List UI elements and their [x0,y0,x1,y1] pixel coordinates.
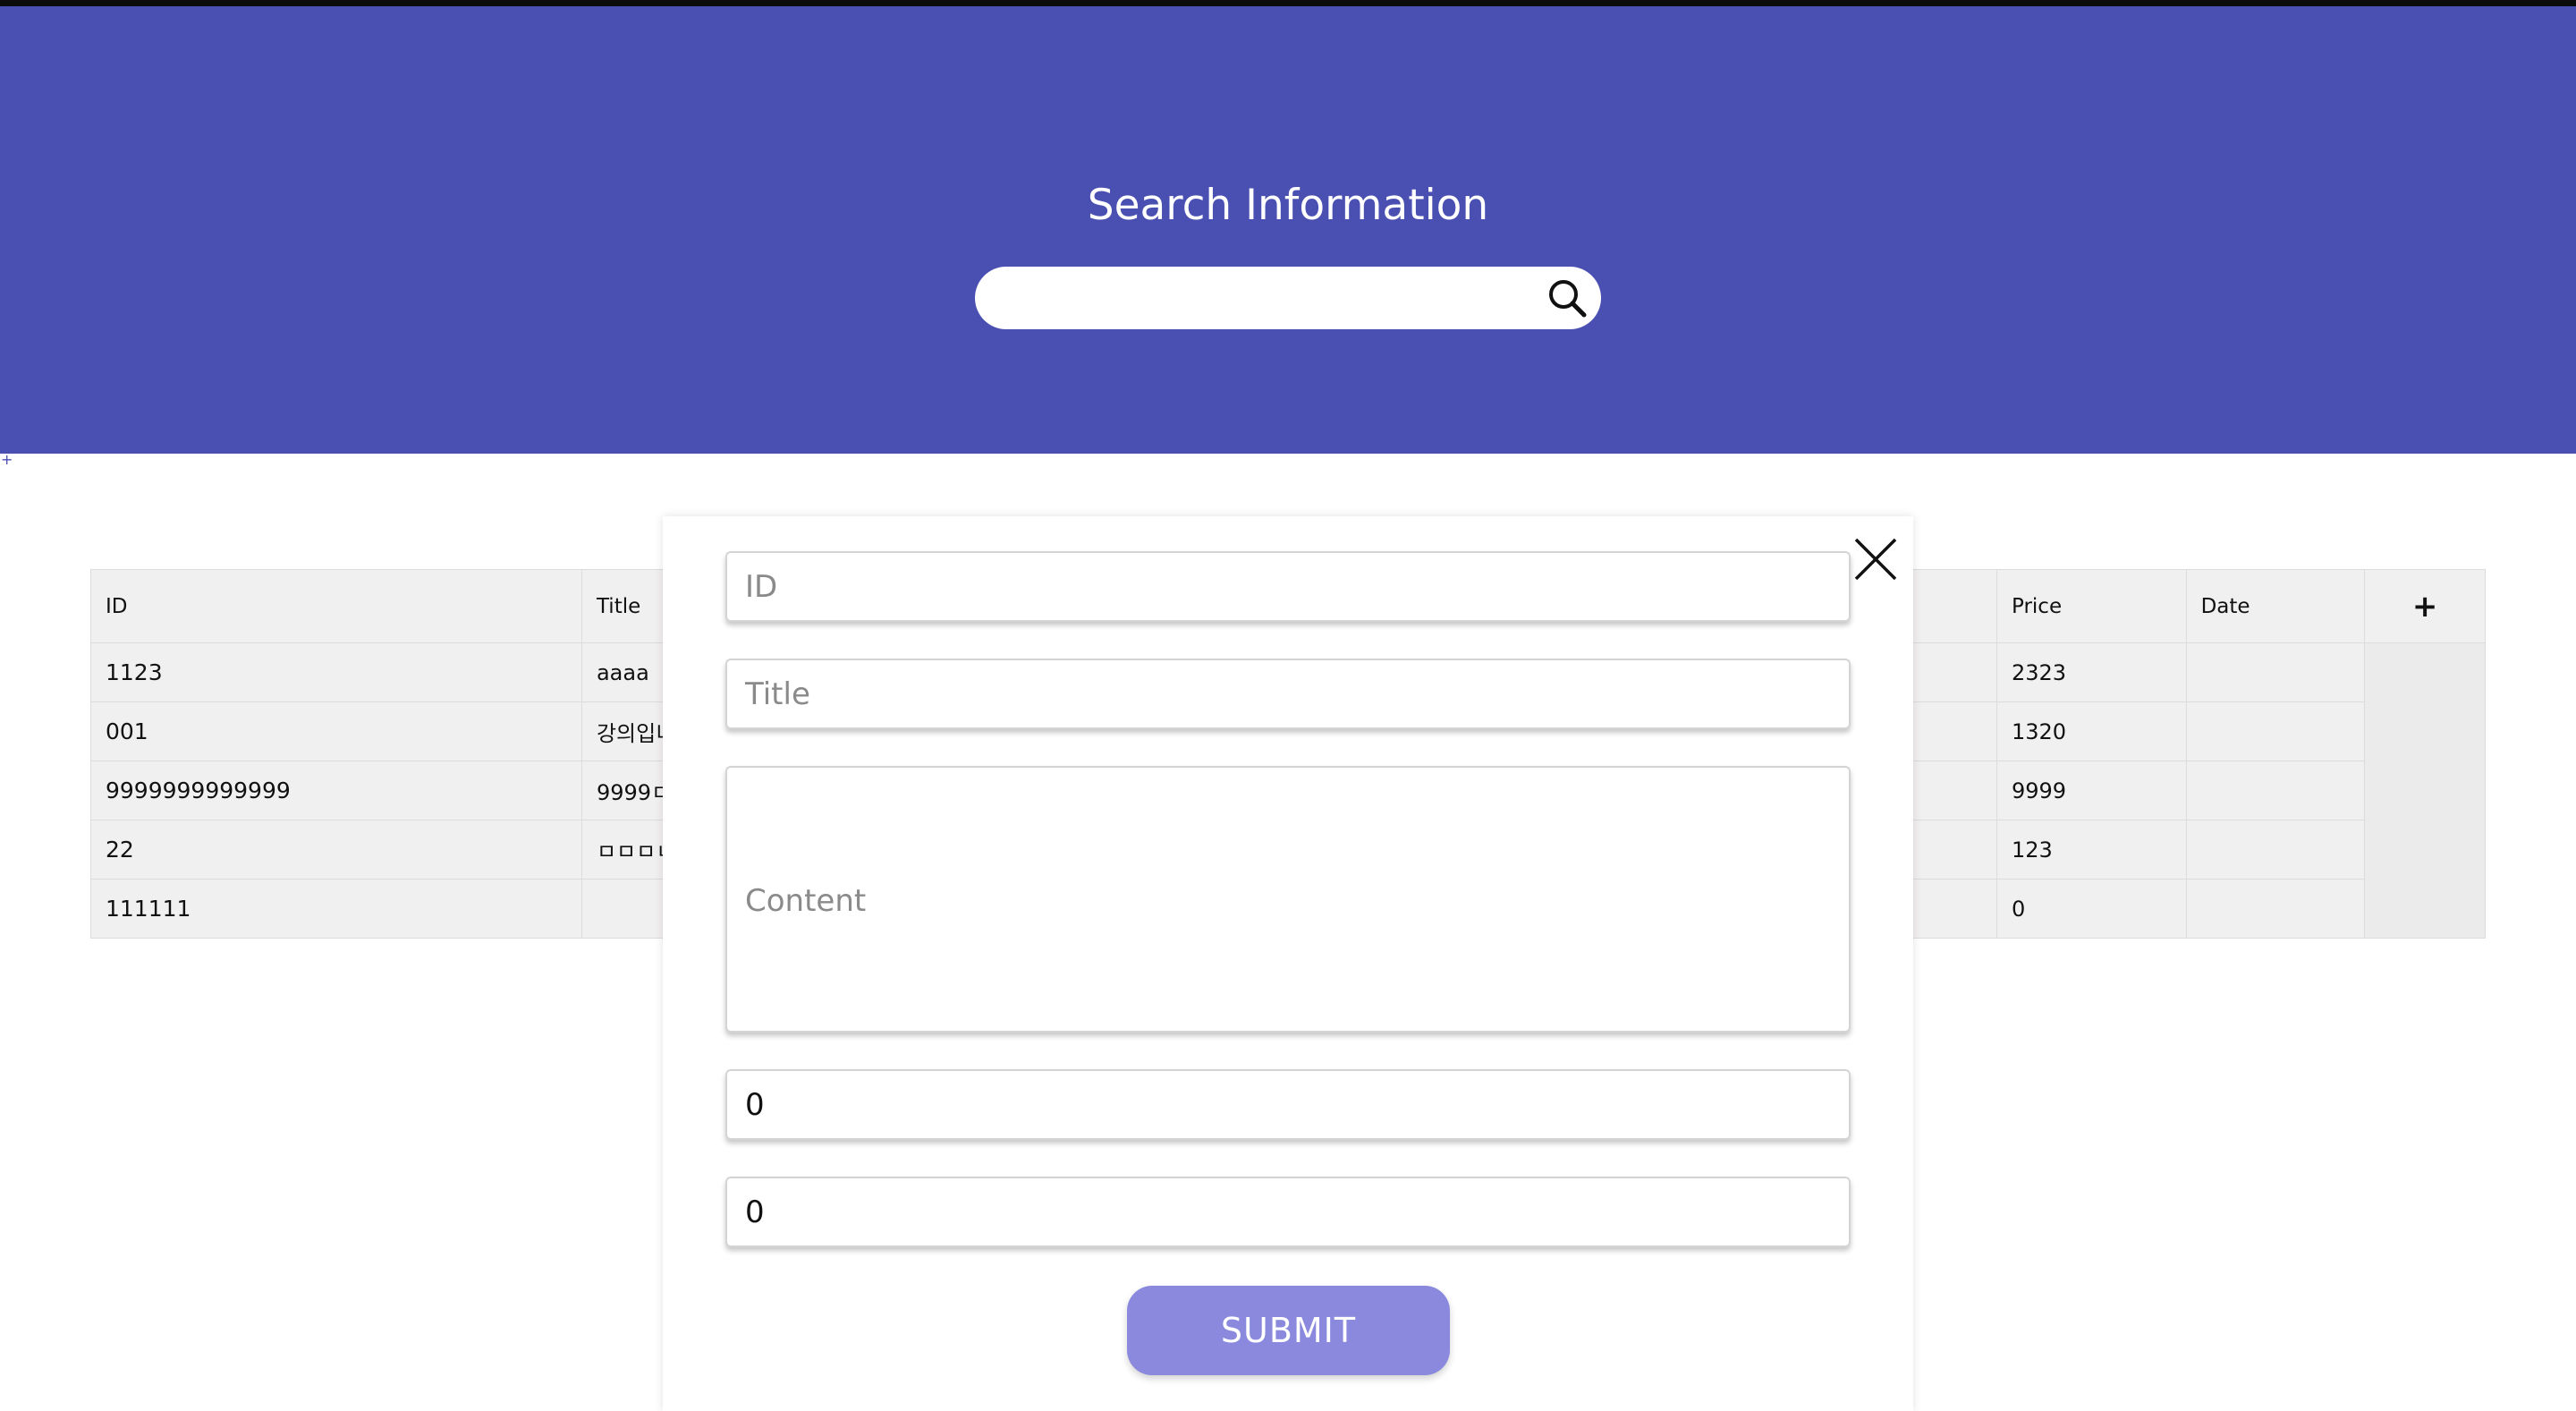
column-header-price: Price [1996,569,2187,643]
cell-id: 111111 [90,879,582,939]
cell-date [2185,820,2366,880]
search-input[interactable] [1002,267,1524,331]
cell-date [2185,642,2366,702]
cell-date [2185,701,2366,761]
add-item-modal: SUBMIT [663,516,1913,1411]
actions-column [2364,642,2486,939]
close-icon[interactable] [1852,536,1899,582]
id-field[interactable] [725,551,1851,622]
column-header-id: ID [90,569,582,643]
submit-button[interactable]: SUBMIT [1127,1286,1450,1375]
date-field[interactable] [725,1177,1851,1247]
cell-date [2185,761,2366,820]
cell-price: 9999 [1996,761,2187,820]
search-icon[interactable] [1545,276,1589,320]
cell-id: 1123 [90,642,582,702]
search-header: Search Information [0,6,2576,454]
cell-price: 123 [1996,820,2187,880]
title-field[interactable] [725,659,1851,729]
cell-price: 1320 [1996,701,2187,761]
page-title: Search Information [1087,181,1489,230]
column-header-date: Date [2185,569,2366,643]
cell-id: 001 [90,701,582,761]
add-toggle-glyph[interactable]: + [1,453,13,467]
cell-price: 2323 [1996,642,2187,702]
cell-date [2185,879,2366,939]
top-strip [0,0,2576,6]
cell-id: 9999999999999 [90,761,582,820]
cell-id: 22 [90,820,582,880]
search-box[interactable] [975,267,1601,331]
add-row-button[interactable]: + [2364,569,2486,643]
price-field[interactable] [725,1069,1851,1140]
cell-price: 0 [1996,879,2187,939]
content-field[interactable] [725,766,1851,1033]
